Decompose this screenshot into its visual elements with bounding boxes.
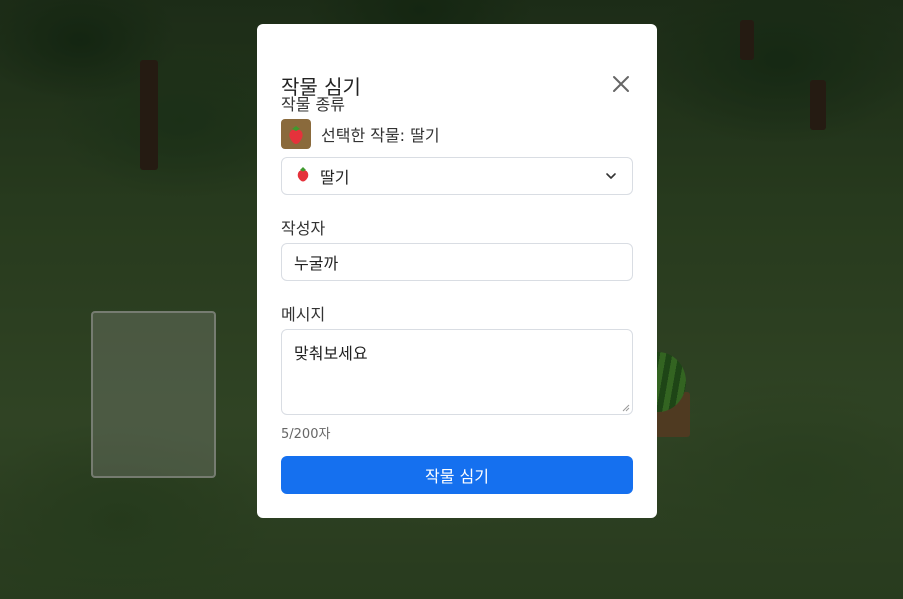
strawberry-icon xyxy=(296,166,310,186)
crop-select[interactable]: 딸기 xyxy=(281,157,633,195)
strawberry-plot-icon xyxy=(281,119,311,149)
resize-grip-icon[interactable] xyxy=(622,404,630,412)
plant-submit-button[interactable]: 작물 심기 xyxy=(281,456,633,494)
message-label: 메시지 xyxy=(281,305,326,324)
selected-crop-text: 선택한 작물: 딸기 xyxy=(321,126,440,145)
close-button[interactable] xyxy=(609,72,633,96)
plant-crop-modal: 작물 심기 작물 종류 선택한 작물: 딸기 딸기 작성자 누굴까 메시지 맞춰… xyxy=(257,24,657,518)
crop-type-label: 작물 종류 xyxy=(281,95,345,114)
author-input[interactable]: 누굴까 xyxy=(281,243,633,281)
message-text: 맞춰보세요 xyxy=(294,344,368,363)
close-icon xyxy=(613,76,629,92)
author-label: 작성자 xyxy=(281,219,326,238)
char-count: 5/200자 xyxy=(281,427,331,442)
message-textarea[interactable]: 맞춰보세요 xyxy=(281,329,633,415)
selected-crop-preview: 선택한 작물: 딸기 xyxy=(281,119,440,149)
crop-select-value: 딸기 xyxy=(320,168,350,187)
chevron-down-icon xyxy=(606,173,616,179)
